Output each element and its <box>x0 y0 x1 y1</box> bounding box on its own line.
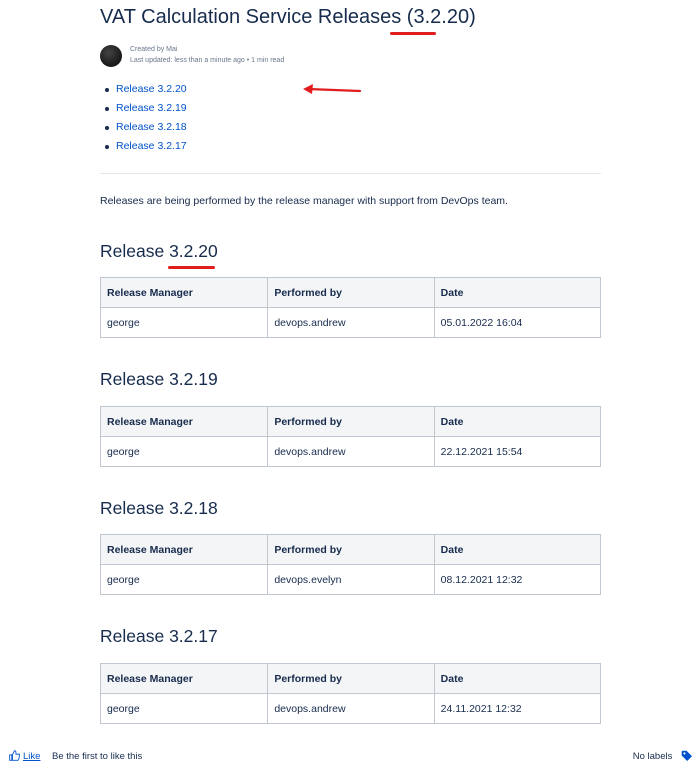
release-heading-version: 3.2.20 <box>169 241 218 261</box>
like-button[interactable]: Like <box>9 750 40 762</box>
created-by-text: Created by Mai <box>130 46 178 53</box>
table-header-row: Release Manager Performed by Date <box>99 277 602 308</box>
cell-date: 24.11.2021 12:32 <box>433 693 602 724</box>
thumbs-up-icon <box>9 750 21 761</box>
toc-link-3-2-17[interactable]: Release 3.2.17 <box>116 140 187 152</box>
header-release-manager: Release Manager <box>99 534 269 565</box>
release-table-3-2-18: Release Manager Performed by Date george… <box>99 534 602 595</box>
table-row: george devops.andrew 22.12.2021 15:54 <box>99 436 602 467</box>
header-date: Date <box>433 534 602 565</box>
table-header-row: Release Manager Performed by Date <box>99 534 602 565</box>
tag-icon[interactable] <box>681 750 692 761</box>
table-header-row: Release Manager Performed by Date <box>99 663 602 694</box>
cell-performed-by: devops.andrew <box>267 693 435 724</box>
page-title-prefix: VAT Calculation Service Releases ( <box>100 6 414 28</box>
toc-link-3-2-19[interactable]: Release 3.2.19 <box>116 102 187 114</box>
toc-item: Release 3.2.20 <box>100 82 187 101</box>
table-of-contents: Release 3.2.20 Release 3.2.19 Release 3.… <box>100 82 187 158</box>
release-heading-version: 3.2.18 <box>169 498 218 518</box>
release-table-3-2-17: Release Manager Performed by Date george… <box>99 663 602 724</box>
header-performed-by: Performed by <box>267 277 435 308</box>
cell-release-manager: george <box>99 693 269 724</box>
release-heading-3-2-18: Release 3.2.18 <box>100 497 218 519</box>
toc-item: Release 3.2.19 <box>100 101 187 120</box>
header-performed-by: Performed by <box>267 534 435 565</box>
release-heading-prefix: Release <box>100 241 170 261</box>
release-table-3-2-20: Release Manager Performed by Date george… <box>99 277 602 338</box>
table-row: george devops.andrew 05.01.2022 16:04 <box>99 307 602 338</box>
release-heading-prefix: Release <box>100 626 170 646</box>
labels-section: No labels <box>633 750 692 762</box>
cell-performed-by: devops.andrew <box>267 307 435 338</box>
table-row: george devops.andrew 24.11.2021 12:32 <box>99 693 602 724</box>
release-heading-3-2-20: Release 3.2.20 <box>100 240 218 262</box>
header-date: Date <box>433 277 602 308</box>
cell-performed-by: devops.andrew <box>267 436 435 467</box>
header-date: Date <box>433 663 602 694</box>
table-row: george devops.evelyn 08.12.2021 12:32 <box>99 564 602 595</box>
page-title-suffix: ) <box>469 6 476 28</box>
byline-text: Created by Mai Last updated: less than a… <box>130 44 284 66</box>
page-title-version: 3.2.20 <box>413 6 470 28</box>
header-performed-by: Performed by <box>267 406 435 437</box>
author-avatar[interactable] <box>100 45 122 67</box>
toc-link-3-2-20[interactable]: Release 3.2.20 <box>116 83 187 95</box>
release-heading-prefix: Release <box>100 369 170 389</box>
toc-link-3-2-18[interactable]: Release 3.2.18 <box>116 121 187 133</box>
cell-release-manager: george <box>99 564 269 595</box>
cell-date: 05.01.2022 16:04 <box>433 307 602 338</box>
last-updated-text: Last updated: less than a minute ago • 1… <box>130 57 285 64</box>
cell-date: 08.12.2021 12:32 <box>433 564 602 595</box>
page-title: VAT Calculation Service Releases (3.2.20… <box>100 4 476 30</box>
red-arrow-annotation-icon <box>303 84 362 94</box>
header-performed-by: Performed by <box>267 663 435 694</box>
like-status-text: Be the first to like this <box>52 751 143 762</box>
release-heading-3-2-19: Release 3.2.19 <box>100 368 218 390</box>
cell-date: 22.12.2021 15:54 <box>433 436 602 467</box>
header-date: Date <box>433 406 602 437</box>
header-release-manager: Release Manager <box>99 277 269 308</box>
cell-release-manager: george <box>99 436 269 467</box>
header-release-manager: Release Manager <box>99 663 269 694</box>
release-heading-version: 3.2.17 <box>169 626 218 646</box>
cell-release-manager: george <box>99 307 269 338</box>
release-heading-prefix: Release <box>100 498 170 518</box>
table-header-row: Release Manager Performed by Date <box>99 406 602 437</box>
release-heading-3-2-17: Release 3.2.17 <box>100 625 218 647</box>
intro-text: Releases are being performed by the rele… <box>100 195 508 207</box>
release-table-3-2-19: Release Manager Performed by Date george… <box>99 406 602 467</box>
release-heading-version: 3.2.19 <box>169 369 218 389</box>
title-version-underline-annotation <box>390 32 436 35</box>
cell-performed-by: devops.evelyn <box>267 564 435 595</box>
like-label: Like <box>23 751 41 762</box>
page-footer: Like Be the first to like this No labels <box>0 744 700 770</box>
header-release-manager: Release Manager <box>99 406 269 437</box>
release-version-underline-annotation <box>168 266 215 269</box>
divider <box>100 173 601 174</box>
no-labels-text: No labels <box>632 751 673 762</box>
toc-item: Release 3.2.17 <box>100 139 187 158</box>
toc-item: Release 3.2.18 <box>100 120 187 139</box>
